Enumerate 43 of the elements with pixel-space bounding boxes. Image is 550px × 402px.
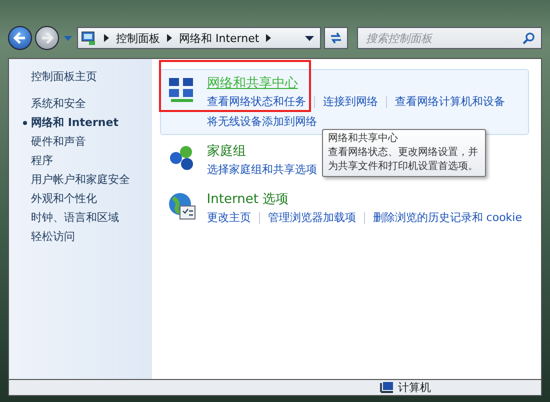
task-link[interactable]: 将无线设备添加到网络 (206, 114, 317, 130)
status-location: 计算机 (398, 380, 431, 395)
task-link[interactable]: 选择家庭组和共享选项 (206, 162, 317, 178)
sidebar-item[interactable]: 外观和个性化 (23, 189, 97, 208)
refresh-icon (329, 31, 343, 45)
search-icon[interactable] (522, 32, 535, 44)
task-link[interactable]: 查看网络状态和任务 (206, 94, 306, 110)
homegroup-icon (168, 144, 196, 172)
globe-settings-icon (166, 192, 197, 222)
sidebar-item[interactable]: 系统和安全 (23, 94, 86, 113)
task-link[interactable]: 查看网络计算机和设备 (394, 94, 505, 110)
back-button[interactable] (8, 26, 32, 50)
forward-button[interactable] (35, 26, 59, 50)
tooltip-title: 网络和共享中心 (328, 132, 399, 146)
sidebar-item[interactable]: 硬件和声音 (23, 132, 86, 151)
breadcrumb-arrow-icon[interactable] (167, 34, 172, 42)
search-field[interactable]: 搜索控制面板 (357, 27, 542, 49)
task-link[interactable]: 更改主页 (206, 210, 251, 226)
tooltip-text: 查看网络状态、更改网络设置，并为共享文件和打印机设置首选项。 (328, 146, 479, 174)
sidebar-item[interactable]: 用户帐户和家庭安全 (23, 170, 130, 189)
breadcrumb-arrow-icon[interactable] (266, 34, 272, 42)
task-link[interactable]: 管理浏览器加载项 (268, 210, 356, 226)
section-title-link[interactable]: Internet 选项 (206, 190, 289, 210)
task-link[interactable]: 删除浏览的历史记录和 cookie (372, 210, 522, 226)
sidebar-item[interactable]: 时钟、语言和区域 (23, 208, 119, 227)
sidebar-item[interactable]: 轻松访问 (23, 227, 75, 246)
task-link[interactable]: 连接到网络 (322, 94, 378, 110)
back-arrow-icon (13, 31, 27, 45)
breadcrumb-arrow-icon[interactable] (104, 34, 109, 42)
computer-icon (380, 381, 394, 394)
refresh-button[interactable] (324, 27, 348, 49)
network-icon (168, 76, 196, 104)
control-panel-icon (81, 30, 97, 46)
breadcrumb-item[interactable]: 网络和 Internet (179, 30, 260, 46)
forward-arrow-icon (40, 31, 54, 45)
address-bar[interactable]: 控制面板 网络和 Internet (77, 27, 321, 49)
section-title-link[interactable]: 家庭组 (206, 142, 246, 162)
sidebar-item[interactable]: 程序 (23, 151, 53, 170)
sidebar-item[interactable]: 网络和 Internet (23, 113, 118, 132)
sidebar-link[interactable]: 控制面板主页 (31, 69, 97, 84)
dropdown-caret-icon[interactable] (305, 36, 314, 40)
search-input[interactable]: 搜索控制面板 (364, 30, 522, 46)
breadcrumb-item[interactable]: 控制面板 (116, 30, 160, 46)
